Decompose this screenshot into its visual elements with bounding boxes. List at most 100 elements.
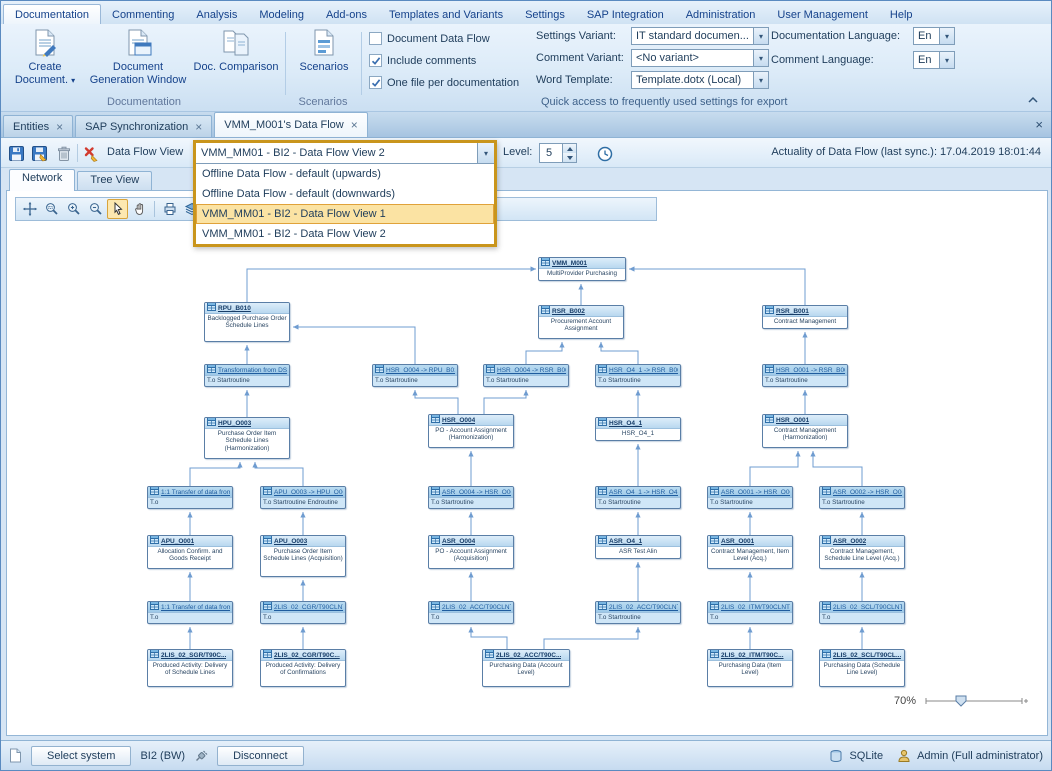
pointer-tool-icon[interactable] xyxy=(107,199,128,219)
data-flow-view-combobox[interactable]: VMM_MM01 - BI2 - Data Flow View 2 ▾ xyxy=(196,143,494,164)
chevron-down-icon[interactable]: ▾ xyxy=(939,52,954,68)
zoom-in-icon[interactable] xyxy=(63,199,84,219)
doc-tab-sap-synchronization[interactable]: SAP Synchronization× xyxy=(75,115,212,137)
diagram-node-trf-2lis-02-acc-2[interactable]: 2LIS_02_ACC/T90CLNT090->...T.o Startrout… xyxy=(595,601,681,624)
diagram-node-rpu-b010[interactable]: RPU_B010Backlogged Purchase Order Schedu… xyxy=(204,302,290,342)
diagram-node-trf-apu-o003-hpu-o003[interactable]: APU_O003 -> HPU_O003T.o Startroutine End… xyxy=(260,486,346,509)
ribbon-tab-documentation[interactable]: Documentation xyxy=(3,4,101,24)
close-icon[interactable]: × xyxy=(195,122,202,132)
level-stepper[interactable]: 5 xyxy=(539,143,577,163)
diagram-node-hsr-o001[interactable]: HSR_O001Contract Management (Harmonizati… xyxy=(762,414,848,448)
diagram-node-vmm-m001[interactable]: VMM_M001MultiProvider Purchasing xyxy=(538,257,626,281)
diagram-node-asr-o004[interactable]: ASR_O004PO - Account Assignment (Acquisi… xyxy=(428,535,514,569)
ribbon-tab-modeling[interactable]: Modeling xyxy=(248,5,315,24)
diagram-node-ds-2lis-02-sgr[interactable]: 2LIS_02_SGR/T90C...Produced Activity: De… xyxy=(147,649,233,687)
diagram-node-ds-2lis-02-itm[interactable]: 2LIS_02_ITM/T90C...Purchasing Data (Item… xyxy=(707,649,793,687)
dropdown-option-1[interactable]: Offline Data Flow - default (upwards) xyxy=(196,164,494,184)
ribbon-tab-administration[interactable]: Administration xyxy=(675,5,767,24)
diagram-node-trf-apu[interactable]: 1:1 Transfer of data from APU...T.o xyxy=(147,486,233,509)
checkbox-icon[interactable] xyxy=(369,54,382,67)
diagram-node-asr-o002[interactable]: ASR_O002Contract Management, Schedule Li… xyxy=(819,535,905,569)
save-as-icon[interactable] xyxy=(30,144,49,163)
diagram-node-hsr-o4-1[interactable]: HSR_O4_1HSR_O4_1 xyxy=(595,417,681,441)
diagram-node-hpu-o003[interactable]: HPU_O003Purchase Order Item Schedule Lin… xyxy=(204,417,290,459)
collapse-ribbon-button[interactable] xyxy=(1023,91,1043,107)
ribbon-tab-sap-integration[interactable]: SAP Integration xyxy=(576,5,675,24)
diagram-node-ds-2lis-02-acc[interactable]: 2LIS_02_ACC/T90C...Purchasing Data (Acco… xyxy=(482,649,570,687)
zoom-out-icon[interactable] xyxy=(85,199,106,219)
pan-hand-icon[interactable] xyxy=(129,199,150,219)
combobox-settings-variant[interactable]: IT standard documen...▾ xyxy=(631,27,769,45)
doc-tab-entities[interactable]: Entities× xyxy=(3,115,73,137)
diagram-node-hsr-o004[interactable]: HSR_O004PO - Account Assignment (Harmoni… xyxy=(428,414,514,448)
diagram-node-rsr-b002[interactable]: RSR_B002Procurement Account Assignment xyxy=(538,305,624,339)
diagram-node-asr-o4-1[interactable]: ASR_O4_1ASR Test Alin xyxy=(595,535,681,559)
combobox-documentation-language[interactable]: En▾ xyxy=(913,27,955,45)
diagram-node-trf-2lis-02-cgr[interactable]: 2LIS_02_CGR/T90CLNT090->...T.o xyxy=(260,601,346,624)
document-generation-window-button[interactable]: Document Generation Window xyxy=(89,28,187,86)
select-system-button[interactable]: Select system xyxy=(31,746,131,766)
level-down-button[interactable] xyxy=(563,153,576,162)
create-document-button[interactable]: Create Document. ▾ xyxy=(5,28,85,86)
scenarios-button[interactable]: Scenarios xyxy=(291,28,357,74)
chevron-down-icon[interactable]: ▾ xyxy=(939,28,954,44)
close-icon[interactable]: × xyxy=(56,122,63,132)
close-document-icon[interactable]: × xyxy=(1035,117,1043,132)
diagram-node-trf-asr-o004-hsr-o004[interactable]: ASR_O004 -> HSR_O004T.o Startroutine xyxy=(428,486,514,509)
combobox-comment-variant[interactable]: <No variant>▾ xyxy=(631,49,769,67)
ribbon-tab-templates-and-variants[interactable]: Templates and Variants xyxy=(378,5,514,24)
diagram-node-trf-hsr-o001-rsr-b001[interactable]: HSR_O001 -> RSR_B001T.o Startroutine xyxy=(762,364,848,387)
diagram-node-trf-asr-o001-hsr-o001[interactable]: ASR_O001 -> HSR_O001T.o Startroutine xyxy=(707,486,793,509)
ribbon-tab-help[interactable]: Help xyxy=(879,5,924,24)
zoom-slider[interactable] xyxy=(924,693,1028,709)
fit-view-icon[interactable] xyxy=(19,199,40,219)
diagram-node-trf-dso-hp[interactable]: Transformation from DSO HP...T.o Startro… xyxy=(204,364,290,387)
ribbon-tab-settings[interactable]: Settings xyxy=(514,5,576,24)
diagram-node-apu-o001[interactable]: APU_O001Allocation Confirm. and Goods Re… xyxy=(147,535,233,569)
diagram-node-trf-2lis-02-scl[interactable]: 2LIS_02_SCL/T90CLNT090->...T.o xyxy=(819,601,905,624)
disconnect-button[interactable]: Disconnect xyxy=(217,746,303,766)
checkbox-document-data-flow[interactable]: Document Data Flow xyxy=(369,30,519,47)
diagram-node-trf-hsr-o4-1-rsr-b002[interactable]: HSR_O4_1 -> RSR_B002T.o Startroutine xyxy=(595,364,681,387)
dropdown-option-2[interactable]: Offline Data Flow - default (downwards) xyxy=(196,184,494,204)
chevron-down-icon[interactable]: ▾ xyxy=(477,143,494,163)
combobox-comment-language[interactable]: En▾ xyxy=(913,51,955,69)
level-up-button[interactable] xyxy=(563,144,576,153)
diagram-node-trf-2lis-apu[interactable]: 1:1 Transfer of data from 2LIS...T.o xyxy=(147,601,233,624)
diagram-node-trf-2lis-02-acc-1[interactable]: 2LIS_02_ACC/T90CLNT090->...T.o xyxy=(428,601,514,624)
close-icon[interactable]: × xyxy=(351,120,358,130)
diagram-node-trf-2lis-02-itm[interactable]: 2LIS_02_ITM/T90CLNT090->...T.o xyxy=(707,601,793,624)
diagram-node-rsr-b001[interactable]: RSR_B001Contract Management xyxy=(762,305,848,329)
diagram-node-trf-asr-o4-1-hsr-o4-1[interactable]: ASR_O4_1 -> HSR_O4_1T.o Startroutine xyxy=(595,486,681,509)
checkbox-icon[interactable] xyxy=(369,32,382,45)
diagram-node-ds-2lis-02-cgr[interactable]: 2LIS_02_CGR/T90C...Produced Activity: De… xyxy=(260,649,346,687)
save-icon[interactable] xyxy=(7,144,26,163)
clock-icon[interactable] xyxy=(595,144,614,163)
remove-view-icon[interactable] xyxy=(82,144,101,163)
diagram-node-trf-hsr-o004-rpu-b010[interactable]: HSR_O004 -> RPU_B010T.o Startroutine xyxy=(372,364,458,387)
dropdown-option-3[interactable]: VMM_MM01 - BI2 - Data Flow View 1 xyxy=(196,204,494,224)
ribbon-tab-user-management[interactable]: User Management xyxy=(766,5,879,24)
ribbon-tab-analysis[interactable]: Analysis xyxy=(185,5,248,24)
view-tab-network[interactable]: Network xyxy=(9,169,75,191)
diagram-node-trf-asr-o002-hsr-o001[interactable]: ASR_O002 -> HSR_O001T.o Startroutine xyxy=(819,486,905,509)
view-tab-tree-view[interactable]: Tree View xyxy=(77,171,152,190)
diagram-node-ds-2lis-02-scl[interactable]: 2LIS_02_SCL/T90CL...Purchasing Data (Sch… xyxy=(819,649,905,687)
zoom-region-icon[interactable] xyxy=(41,199,62,219)
chevron-down-icon[interactable]: ▾ xyxy=(753,50,768,66)
diagram-node-apu-o003[interactable]: APU_O003Purchase Order Item Schedule Lin… xyxy=(260,535,346,577)
checkbox-one-file-per-documentation[interactable]: One file per documentation xyxy=(369,74,519,91)
ribbon-tab-add-ons[interactable]: Add-ons xyxy=(315,5,378,24)
chevron-down-icon[interactable]: ▾ xyxy=(753,28,768,44)
chevron-down-icon[interactable]: ▾ xyxy=(753,72,768,88)
diagram-node-asr-o001[interactable]: ASR_O001Contract Management, Item Level … xyxy=(707,535,793,569)
dropdown-option-4[interactable]: VMM_MM01 - BI2 - Data Flow View 2 xyxy=(196,224,494,244)
ribbon-tab-commenting[interactable]: Commenting xyxy=(101,5,185,24)
print-icon[interactable] xyxy=(159,199,180,219)
checkbox-include-comments[interactable]: Include comments xyxy=(369,52,519,69)
doc-comparison-button[interactable]: Doc. Comparison xyxy=(191,28,281,74)
combobox-word-template[interactable]: Template.dotx (Local)▾ xyxy=(631,71,769,89)
doc-tab-vmm-m001-s-data-flow[interactable]: VMM_M001's Data Flow× xyxy=(214,112,368,137)
checkbox-icon[interactable] xyxy=(369,76,382,89)
diagram-node-trf-hsr-o004-rsr-b002[interactable]: HSR_O004 -> RSR_B002T.o Startroutine xyxy=(483,364,569,387)
